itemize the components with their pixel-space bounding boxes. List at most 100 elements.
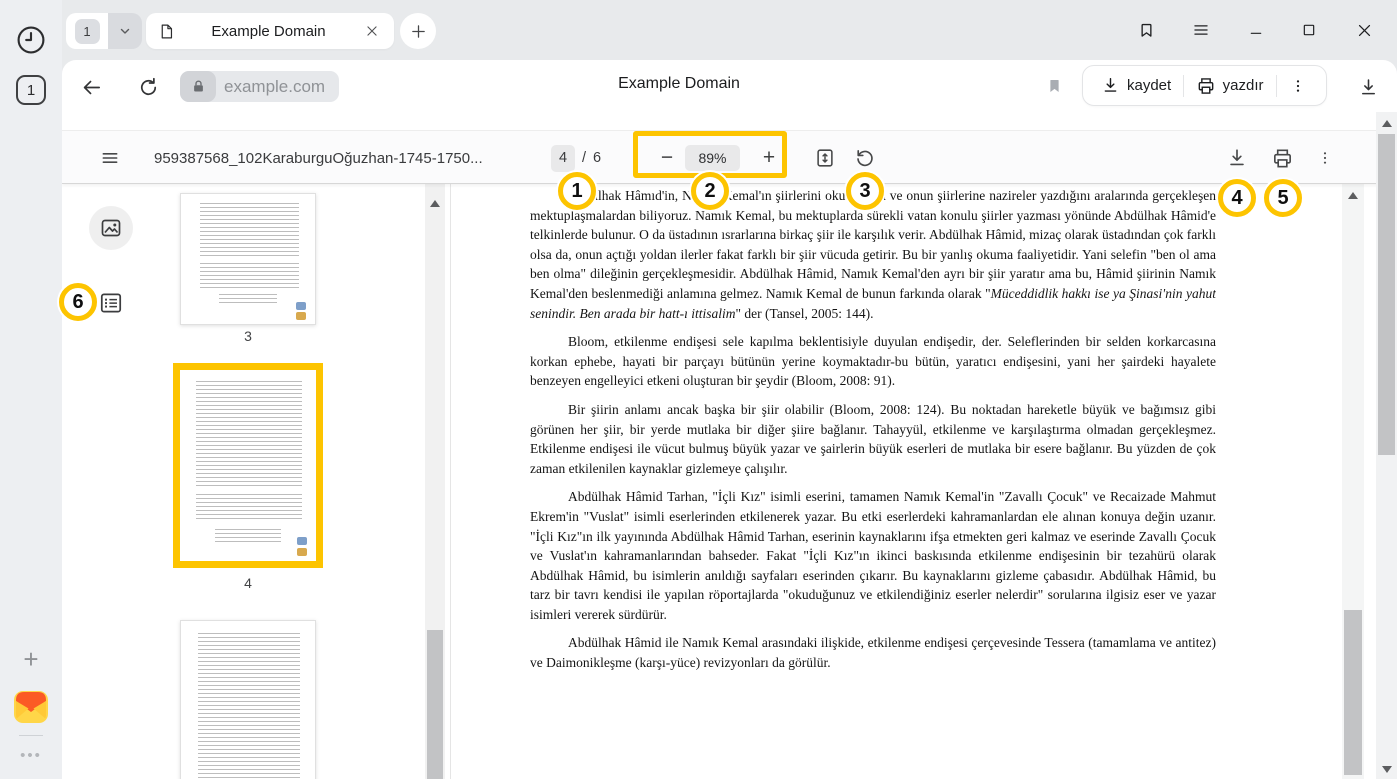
pdf-more-button[interactable] xyxy=(1312,131,1338,185)
thumbnail-page-5[interactable] xyxy=(180,620,316,779)
current-page-input[interactable]: 4 xyxy=(551,145,575,172)
scroll-up-arrow[interactable] xyxy=(430,200,440,207)
maximize-icon xyxy=(1301,22,1317,38)
pdf-viewer: 959387568_102KaraburguOğuzhan-1745-1750.… xyxy=(62,112,1397,779)
fit-to-page-button[interactable] xyxy=(810,131,840,185)
annotation-circle-5: 5 xyxy=(1264,179,1302,217)
rail-new-tab-button[interactable]: + xyxy=(16,644,46,674)
minimize-icon xyxy=(1248,22,1264,38)
bookmarks-panel-button[interactable] xyxy=(1128,12,1164,48)
site-address-pill[interactable]: example.com xyxy=(180,71,339,102)
page-divider: / xyxy=(582,150,586,166)
clock-icon xyxy=(15,24,47,56)
tab-group-button[interactable]: 1 xyxy=(66,13,108,49)
pdf-download-button[interactable] xyxy=(1222,131,1252,185)
tab-title: Example Domain xyxy=(175,23,362,40)
yandex-mail-icon xyxy=(13,689,49,725)
thumbnail-page-3[interactable] xyxy=(180,193,316,325)
thumbnail-page-4-highlight[interactable] xyxy=(173,363,323,568)
lock-icon xyxy=(191,79,206,94)
thumbnail-page-content xyxy=(196,381,302,488)
print-button[interactable]: yazdır xyxy=(1184,66,1276,105)
tab-strip: 1 Example Domain xyxy=(62,0,1397,60)
thumbnail-page-content xyxy=(196,494,302,521)
pdf-filename: 959387568_102KaraburguOğuzhan-1745-1750.… xyxy=(154,131,540,185)
thumbnail-page-content xyxy=(200,203,299,258)
scroll-down-arrow[interactable] xyxy=(1382,766,1392,773)
yandex-mail-button[interactable] xyxy=(13,689,49,725)
outline-view-button[interactable] xyxy=(98,290,124,316)
annotation-circle-4: 4 xyxy=(1218,179,1256,217)
rail-more-button[interactable]: ••• xyxy=(14,744,48,766)
tab-group-expand-button[interactable] xyxy=(108,13,142,49)
thumbnail-logo-mark xyxy=(296,312,306,320)
annotation-circle-6: 6 xyxy=(59,283,97,321)
thumbnail-logo-mark xyxy=(297,537,307,545)
browser-scrollbar[interactable] xyxy=(1376,112,1397,779)
window-maximize-button[interactable] xyxy=(1291,12,1327,48)
back-button[interactable] xyxy=(78,74,104,100)
plus-icon: + xyxy=(23,644,38,675)
reload-icon xyxy=(137,76,160,99)
total-pages: 6 xyxy=(593,150,601,166)
page-actions-toolbar: kaydet yazdır xyxy=(1082,65,1327,106)
thumbnail-page-4-label: 4 xyxy=(180,575,316,591)
new-tab-button[interactable] xyxy=(400,13,436,49)
sidebar-tab-count-label: 1 xyxy=(27,82,35,99)
print-button-label: yazdır xyxy=(1223,77,1264,94)
history-clock-button[interactable] xyxy=(15,24,47,56)
window-close-icon xyxy=(1356,22,1373,39)
page-actions-more-button[interactable] xyxy=(1276,66,1320,105)
downloads-button[interactable] xyxy=(1354,73,1382,101)
save-button-label: kaydet xyxy=(1127,77,1171,94)
thumbnail-page-content xyxy=(215,529,280,542)
tab-example-domain[interactable]: Example Domain xyxy=(146,13,394,49)
document-paragraph: Abdülhak Hâmid ile Namık Kemal arasındak… xyxy=(530,633,1216,672)
printer-icon xyxy=(1271,147,1294,170)
window-minimize-button[interactable] xyxy=(1238,12,1274,48)
thumbnail-page-content xyxy=(200,263,299,289)
annotation-circle-1: 1 xyxy=(558,172,596,210)
browser-menu-button[interactable] xyxy=(1183,12,1219,48)
lock-badge[interactable] xyxy=(180,71,216,102)
hamburger-icon xyxy=(100,148,120,168)
pdf-print-button[interactable] xyxy=(1267,131,1297,185)
document-paragraph: Abdülhak Hâmid Tarhan, "İçli Kız" isimli… xyxy=(530,487,1216,624)
page-icon xyxy=(158,22,175,41)
browser-side-rail: 1 + ••• xyxy=(0,0,62,779)
outline-list-icon xyxy=(98,290,124,316)
document-paragraph: Bir şiirin anlamı ancak başka bir şiir o… xyxy=(530,400,1216,478)
tab-close-button[interactable] xyxy=(362,21,382,41)
sidebar-tab-counter[interactable]: 1 xyxy=(16,75,46,105)
scroll-up-arrow[interactable] xyxy=(1348,192,1358,199)
kebab-menu-icon xyxy=(1290,77,1306,95)
bookmark-flag-icon xyxy=(1137,21,1156,40)
browser-scrollbar-thumb[interactable] xyxy=(1378,134,1395,455)
pdf-scrollbar-thumb[interactable] xyxy=(1344,610,1362,775)
download-arrow-icon xyxy=(1358,77,1379,98)
thumbnails-scrollbar[interactable] xyxy=(425,184,445,779)
bookmark-page-button[interactable] xyxy=(1042,74,1066,98)
thumbnails-scrollbar-thumb[interactable] xyxy=(427,630,443,779)
thumbnail-page-4[interactable] xyxy=(180,370,316,561)
pdf-content-scrollbar[interactable] xyxy=(1342,184,1364,779)
thumbnail-logo-mark xyxy=(297,548,307,556)
annotation-circle-2: 2 xyxy=(691,172,729,210)
tab-group-chip[interactable]: 1 xyxy=(66,13,142,49)
image-thumbnails-icon xyxy=(99,216,123,240)
hamburger-menu-icon xyxy=(1192,21,1210,39)
pdf-sidebar-toggle-button[interactable] xyxy=(100,131,120,185)
save-button[interactable]: kaydet xyxy=(1089,66,1183,105)
scroll-up-arrow[interactable] xyxy=(1382,120,1392,127)
printer-icon xyxy=(1196,76,1216,96)
address-bar: example.com Example Domain kaydet yazdır xyxy=(62,60,1397,112)
rotate-ccw-icon xyxy=(854,147,876,169)
thumbnail-logo-mark xyxy=(296,302,306,310)
tab-group-count-badge: 1 xyxy=(75,19,100,44)
thumbnails-view-button[interactable] xyxy=(89,206,133,250)
reload-button[interactable] xyxy=(135,74,161,100)
chevron-down-icon xyxy=(118,24,132,38)
download-icon xyxy=(1101,76,1120,95)
url-text: example.com xyxy=(224,77,325,97)
window-close-button[interactable] xyxy=(1346,12,1382,48)
